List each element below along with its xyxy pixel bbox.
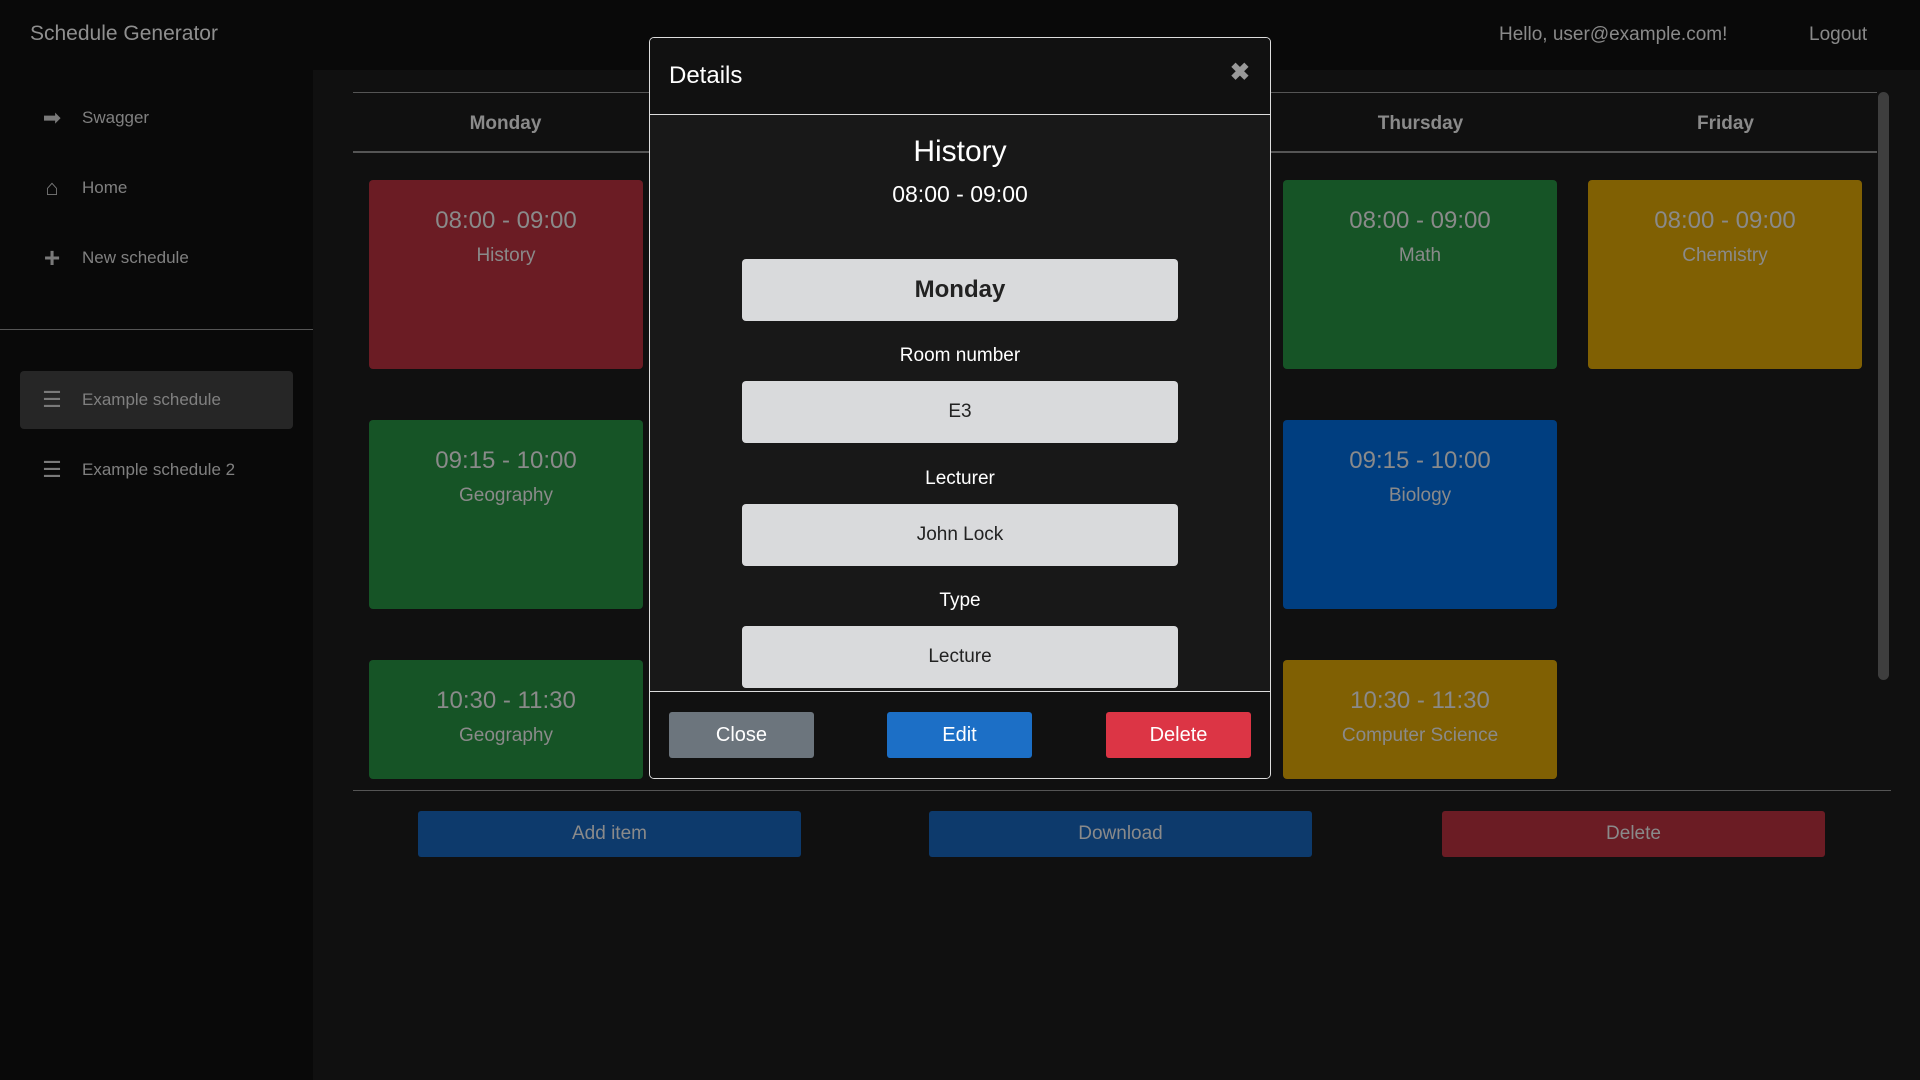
- lecturer-field: John Lock: [742, 504, 1178, 566]
- edit-button[interactable]: Edit: [887, 712, 1032, 758]
- close-icon[interactable]: ✖: [1230, 58, 1250, 87]
- delete-button[interactable]: Delete: [1106, 712, 1251, 758]
- item-time: 09:15 - 10:00: [435, 447, 577, 474]
- logout-link[interactable]: Logout: [1809, 24, 1867, 46]
- modal-footer: Close Edit Delete: [650, 691, 1270, 778]
- room-label: Room number: [899, 345, 1021, 366]
- sidebar-item-example-schedule[interactable]: ☰ Example schedule: [20, 371, 293, 429]
- item-subject: Geography: [458, 725, 553, 746]
- sidebar-item-example-schedule-2[interactable]: ☰ Example schedule 2: [20, 441, 293, 499]
- list-icon: ☰: [42, 457, 62, 482]
- item-time: 08:00 - 09:00: [892, 181, 1028, 207]
- sidebar-item-label: Swagger: [82, 108, 150, 127]
- add-item-button[interactable]: Add item: [418, 811, 801, 857]
- close-button[interactable]: Close: [669, 712, 814, 758]
- item-subject: Chemistry: [1682, 245, 1768, 266]
- day-field: Monday: [742, 259, 1178, 321]
- details-modal: Details ✖ History 08:00 - 09:00 Monday R…: [649, 37, 1271, 779]
- day-monday: Monday: [469, 113, 542, 134]
- item-time: 08:00 - 09:00: [1349, 207, 1491, 234]
- item-subject: Biology: [1388, 485, 1452, 506]
- room-field: E3: [742, 381, 1178, 443]
- arrow-right-icon: ➡: [42, 105, 62, 130]
- schedule-item[interactable]: 10:30 - 11:30 Geography: [369, 660, 643, 779]
- item-time: 08:00 - 09:00: [1654, 207, 1796, 234]
- item-time: 09:15 - 10:00: [1349, 447, 1491, 474]
- modal-body: History 08:00 - 09:00 Monday Room number…: [650, 115, 1270, 688]
- delete-schedule-button[interactable]: Delete: [1442, 811, 1825, 857]
- modal-title: Details: [669, 62, 743, 89]
- schedule-divider: [353, 790, 1891, 791]
- list-icon: ☰: [42, 387, 62, 412]
- schedule-item[interactable]: 08:00 - 09:00 Math: [1283, 180, 1557, 369]
- schedule-item[interactable]: 08:00 - 09:00 Chemistry: [1588, 180, 1862, 369]
- day-friday: Friday: [1696, 113, 1755, 134]
- type-field: Lecture: [742, 626, 1178, 688]
- sidebar-item-label: Example schedule: [82, 390, 221, 409]
- day-thursday: Thursday: [1377, 113, 1464, 134]
- item-subject: Computer Science: [1341, 725, 1499, 746]
- item-subject: Geography: [458, 485, 553, 506]
- schedule-item[interactable]: 08:00 - 09:00 History: [369, 180, 643, 369]
- schedule-item[interactable]: 10:30 - 11:30 Computer Science: [1283, 660, 1557, 779]
- user-greeting: Hello, user@example.com!: [1499, 24, 1728, 45]
- sidebar-item-swagger[interactable]: ➡ Swagger: [20, 89, 293, 147]
- sidebar-item-new-schedule[interactable]: + New schedule: [20, 229, 293, 287]
- item-time: 08:00 - 09:00: [435, 207, 577, 234]
- schedule-item[interactable]: 09:15 - 10:00 Geography: [369, 420, 643, 609]
- sidebar-item-label: Example schedule 2: [82, 460, 236, 479]
- scrollbar[interactable]: [1878, 92, 1889, 680]
- sidebar: ➡ Swagger ⌂ Home + New schedule ☰ Example sc…: [0, 70, 313, 1080]
- app-title[interactable]: Schedule Generator: [30, 22, 218, 46]
- home-icon: ⌂: [45, 175, 59, 200]
- download-button[interactable]: Download: [929, 811, 1312, 857]
- item-time: 10:30 - 11:30: [436, 687, 576, 714]
- item-subject: Math: [1398, 245, 1442, 266]
- type-label: Type: [939, 590, 981, 611]
- sidebar-item-home[interactable]: ⌂ Home: [20, 159, 293, 217]
- lecturer-label: Lecturer: [925, 468, 995, 489]
- modal-header: Details ✖: [650, 38, 1270, 115]
- sidebar-item-label: Home: [82, 178, 128, 197]
- schedule-item[interactable]: 09:15 - 10:00 Biology: [1283, 420, 1557, 609]
- item-subject: History: [476, 245, 536, 266]
- item-time: 10:30 - 11:30: [1350, 687, 1490, 714]
- sidebar-item-label: New schedule: [82, 248, 189, 267]
- plus-icon: +: [43, 242, 61, 273]
- sidebar-divider: [0, 329, 313, 330]
- item-subject: History: [913, 135, 1007, 168]
